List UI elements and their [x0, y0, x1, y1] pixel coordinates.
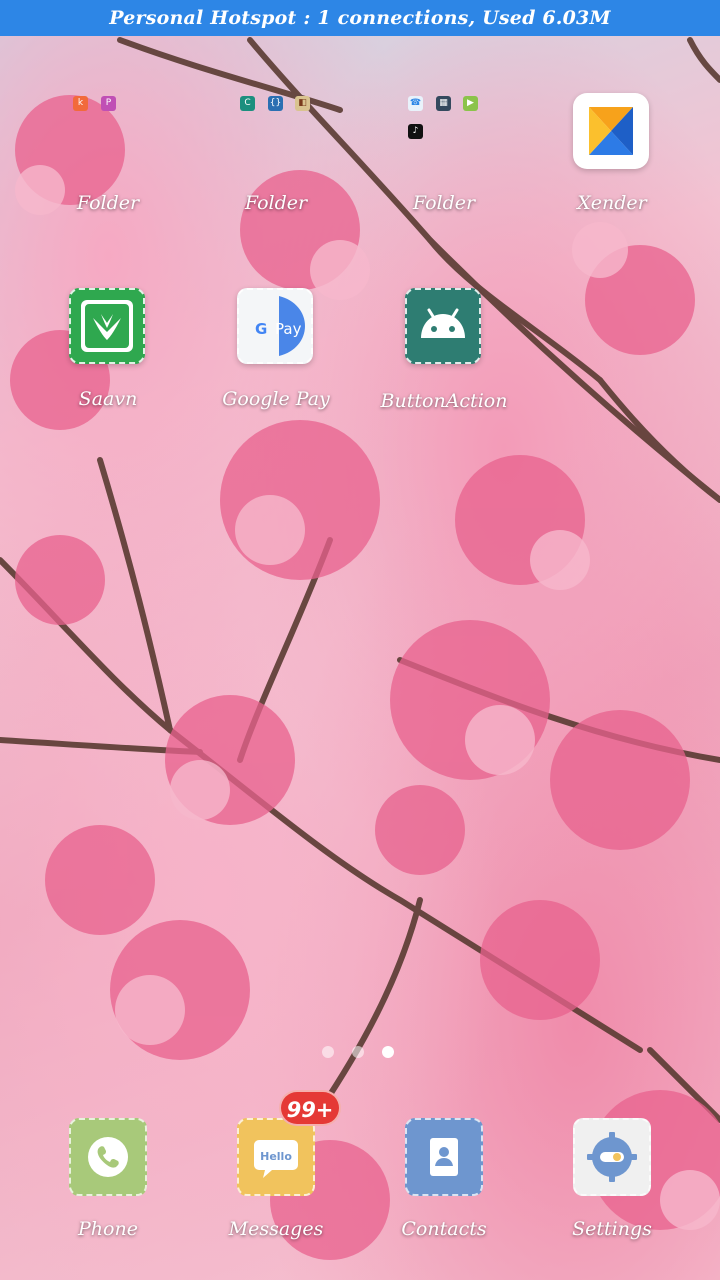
dock-contacts[interactable]: Contacts [360, 1118, 528, 1248]
app-xender[interactable]: Xender [528, 90, 696, 220]
unread-badge: 99+ [279, 1090, 341, 1126]
folder-preview: C {} ◧ [231, 90, 321, 166]
mini-app-icon: ◧ [295, 96, 310, 111]
app-label: Google Pay [222, 388, 330, 410]
app-label: Saavn [78, 388, 138, 410]
page-indicator [322, 1046, 402, 1058]
mini-app-icon: ☎ [408, 96, 423, 111]
app-label: Xender [577, 192, 647, 214]
folder-3[interactable]: ☎ ▦ ▶ ♪ Folder [360, 90, 528, 220]
hotspot-status-text: Personal Hotspot : 1 connections, Used 6… [109, 7, 611, 29]
page-dot-active[interactable] [382, 1046, 394, 1058]
phone-icon [69, 1118, 147, 1196]
folder-label: Folder [412, 192, 476, 214]
dock-messages[interactable]: Hello Messages [192, 1118, 360, 1248]
folder-label: Folder [76, 192, 140, 214]
app-google-pay[interactable]: G Pay Google Pay [192, 288, 360, 418]
mini-app-icon: C [240, 96, 255, 111]
dock-phone[interactable]: Phone [24, 1118, 192, 1248]
xender-icon [573, 93, 649, 169]
dock-label: Phone [78, 1218, 138, 1240]
saavn-icon [69, 288, 145, 364]
messages-icon: Hello [237, 1118, 315, 1196]
folder-2[interactable]: C {} ◧ Folder [192, 90, 360, 220]
svg-text:G: G [255, 320, 267, 338]
dock-settings[interactable]: Settings [528, 1118, 696, 1248]
mini-app-icon: k [73, 96, 88, 111]
google-pay-icon: G Pay [237, 288, 313, 364]
app-saavn[interactable]: Saavn [24, 288, 192, 418]
app-buttonaction[interactable]: ButtonAction [360, 288, 528, 418]
folder-preview: k P [63, 90, 153, 166]
folder-label: Folder [244, 192, 308, 214]
svg-text:Hello: Hello [260, 1150, 292, 1163]
status-bar: Personal Hotspot : 1 connections, Used 6… [0, 0, 720, 36]
dock-label: Contacts [401, 1218, 487, 1240]
contacts-icon [405, 1118, 483, 1196]
folder-preview: ☎ ▦ ▶ ♪ [399, 90, 489, 166]
dock-label: Messages [228, 1218, 324, 1240]
page-dot[interactable] [352, 1046, 364, 1058]
mini-app-icon: ♪ [408, 124, 423, 139]
svg-text:Pay: Pay [275, 320, 302, 338]
dock-label: Settings [572, 1218, 652, 1240]
page-dot[interactable] [322, 1046, 334, 1058]
mini-app-icon: ▦ [436, 96, 451, 111]
mini-app-icon: P [101, 96, 116, 111]
mini-app-icon: ▶ [463, 96, 478, 111]
android-icon [405, 288, 481, 364]
folder-1[interactable]: k P Folder [24, 90, 192, 220]
mini-app-icon: {} [268, 96, 283, 111]
settings-icon [573, 1118, 651, 1196]
app-label: ButtonAction [380, 390, 508, 412]
